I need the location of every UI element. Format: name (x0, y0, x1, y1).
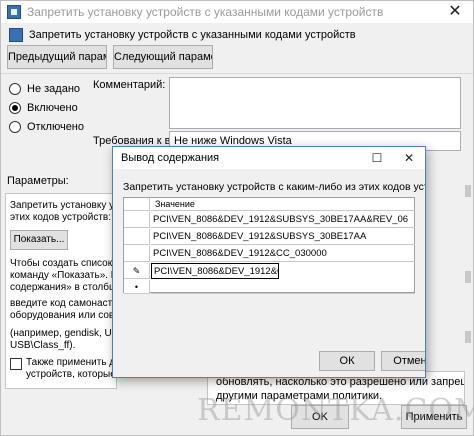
policy-header-icon (9, 28, 23, 42)
params-text: команду «Показать». В диал (10, 270, 116, 281)
parameters-label: Параметры: (7, 175, 69, 187)
dialog-cancel-button[interactable]: Отмена (381, 351, 425, 371)
row-header (124, 246, 150, 262)
also-apply-label: Также применить для со (26, 357, 116, 368)
table-row[interactable]: PCI\VEN_8086&DEV_1912&CC_030000 (151, 246, 415, 262)
radio-enabled-label: Включено (27, 102, 78, 114)
window-close-button[interactable]: ✕ (445, 2, 465, 22)
show-contents-dialog: Вывод содержания ☐ ✕ Запретить установку… (112, 146, 426, 378)
params-text: этих кодов устройств: (10, 212, 111, 223)
radio-disabled-label: Отключено (27, 121, 84, 133)
params-text: USB\Class_ff). (10, 340, 76, 351)
policy-icon (7, 5, 21, 19)
ok-button[interactable]: OK (291, 405, 349, 429)
radio-circle-selected (9, 102, 21, 114)
params-text: содержания» в столбце «Зн (10, 282, 117, 293)
table-row[interactable]: PCI\VEN_8086&DEV_1912&SUBSYS_30BE17AA (151, 229, 415, 245)
scroll-thumb[interactable] (465, 271, 471, 283)
value-column-header: Значение (151, 198, 415, 211)
row-header (124, 212, 150, 228)
params-text: оборудования или совмести (10, 310, 116, 321)
edit-row-marker-icon: ✎ (124, 263, 150, 279)
apply-button[interactable]: Применить (401, 405, 467, 429)
dialog-title: Вывод содержания (121, 152, 220, 164)
also-apply-checkbox[interactable] (10, 358, 22, 370)
radio-circle (9, 83, 21, 95)
also-apply-label: устройств, которые уже б (26, 369, 116, 380)
scroll-thumb[interactable] (465, 331, 471, 343)
values-table: Значение PCI\VEN_8086&DEV_1912&SUBSYS_30… (123, 197, 415, 294)
separator (1, 73, 473, 74)
policy-header-text: Запретить установку устройств с указанны… (29, 29, 356, 41)
corner-header (124, 198, 150, 211)
scrollbar[interactable] (463, 181, 473, 371)
show-button[interactable]: Показать... (10, 230, 68, 250)
new-row-marker-icon: • (124, 280, 150, 294)
radio-circle (9, 121, 21, 133)
params-text: введите код самонастраива (10, 298, 117, 309)
table-row-editing[interactable]: PCI\VEN_8086&DEV_1912&CC_0300 (151, 263, 279, 279)
table-row[interactable]: PCI\VEN_8086&DEV_1912&SUBSYS_30BE17AA&RE… (151, 212, 415, 228)
new-row-input[interactable] (151, 280, 415, 294)
row-header (124, 229, 150, 245)
window-title: Запретить установку устройств с указанны… (27, 5, 384, 19)
radio-not-configured-label: Не задано (27, 83, 81, 95)
comment-textarea[interactable] (169, 77, 461, 129)
dialog-title-bar: Вывод содержания ☐ ✕ (113, 147, 425, 169)
params-text: Чтобы создать список устрой (10, 258, 116, 269)
dialog-prompt: Запретить установку устройств с каким-ли… (123, 181, 425, 193)
policy-header: Запретить установку устройств с указанны… (9, 27, 469, 45)
dialog-close-button[interactable]: ✕ (399, 149, 419, 167)
parameters-panel: Запретить установку устрой этих кодов ус… (5, 193, 117, 389)
next-setting-button[interactable]: Следующий параметр (113, 45, 213, 69)
previous-setting-button[interactable]: Предыдущий параметр (7, 45, 107, 69)
title-bar: Запретить установку устройств с указанны… (1, 1, 473, 23)
help-text: другими параметрами политики. (216, 390, 383, 402)
params-text: Запретить установку устрой (10, 200, 116, 211)
scroll-thumb[interactable] (465, 185, 471, 197)
maximize-icon[interactable]: ☐ (367, 149, 387, 167)
params-text: (например, gendisk, USB\CO (10, 328, 116, 339)
dialog-ok-button[interactable]: ОК (319, 351, 375, 371)
comment-label: Комментарий: (93, 79, 166, 91)
